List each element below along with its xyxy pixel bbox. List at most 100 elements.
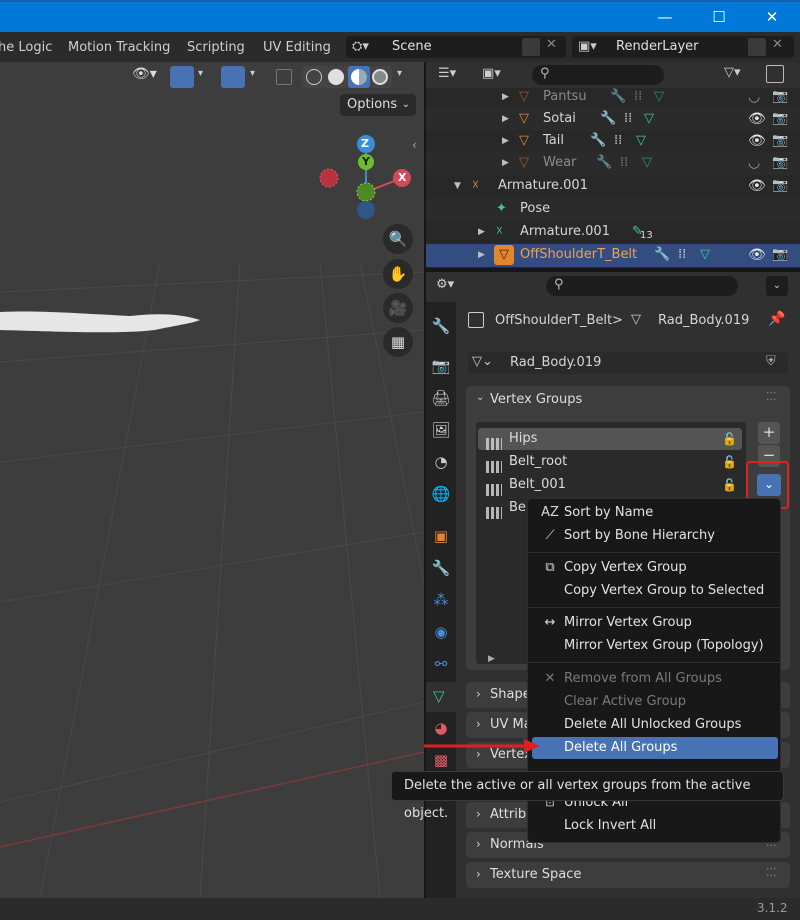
workspace-tab-scripting[interactable]: Scripting bbox=[187, 40, 245, 55]
zoom-icon[interactable]: 🔍 bbox=[383, 224, 413, 254]
render-camera-icon[interactable]: 📷 bbox=[772, 108, 788, 130]
outliner-item-label[interactable]: Wear bbox=[543, 152, 576, 174]
menu-item-mirror[interactable]: ↔ Mirror Vertex Group bbox=[532, 612, 778, 634]
view-layer-tab-icon[interactable]: 🖼 bbox=[429, 418, 453, 442]
expand-triangle-icon[interactable]: ▶ bbox=[478, 244, 485, 266]
sidebar-toggle-icon[interactable]: ‹ bbox=[412, 138, 417, 152]
scene-selector[interactable]: ⛭▾ Scene ✕ bbox=[346, 36, 566, 58]
output-tab-icon[interactable]: 🖨 bbox=[429, 386, 453, 410]
view-layer-name[interactable]: RenderLayer bbox=[616, 36, 699, 58]
vertex-group-name[interactable]: Belt_001 bbox=[509, 474, 566, 496]
hidden-eye-icon[interactable]: ◡ bbox=[748, 86, 760, 108]
menu-item-copy-to-selected[interactable]: Copy Vertex Group to Selected bbox=[532, 580, 778, 602]
expand-triangle-icon[interactable]: ▶ bbox=[502, 130, 509, 152]
tool-tab-icon[interactable]: 🔧 bbox=[429, 314, 453, 338]
filter-icon[interactable]: ▽▾ bbox=[724, 65, 741, 80]
minimize-button[interactable]: — bbox=[650, 6, 680, 28]
close-window-button[interactable]: ✕ bbox=[757, 6, 787, 28]
gizmo-toggle[interactable] bbox=[170, 66, 194, 88]
vertex-group-name[interactable]: Belt_root bbox=[509, 451, 567, 473]
hidden-eye-icon[interactable]: ◡ bbox=[748, 152, 760, 174]
new-view-layer-icon[interactable] bbox=[748, 38, 766, 56]
eye-icon[interactable]: 👁 bbox=[748, 130, 766, 152]
expand-triangle-icon[interactable]: ▶ bbox=[502, 108, 509, 130]
particles-tab-icon[interactable]: ⁂ bbox=[429, 588, 453, 612]
workspace-tab-uv-editing[interactable]: UV Editing bbox=[263, 40, 331, 55]
object-tab-icon[interactable]: ▣ bbox=[429, 524, 453, 548]
filter-view-icon[interactable]: ▣▾ bbox=[482, 66, 501, 81]
overlay-dropdown-icon[interactable]: ▾ bbox=[250, 68, 255, 79]
outliner-item-label[interactable]: OffShoulderT_Belt bbox=[520, 244, 637, 266]
mesh-name-field[interactable]: Rad_Body.019 bbox=[510, 355, 601, 370]
render-camera-icon[interactable]: 📷 bbox=[772, 130, 788, 152]
visibility-icon[interactable]: 👁▾ bbox=[132, 66, 160, 88]
menu-item-copy-vertex-group[interactable]: ⧉ Copy Vertex Group bbox=[532, 557, 778, 579]
outliner-item-label[interactable]: Tail bbox=[543, 130, 564, 152]
outliner-row-selected[interactable]: ▶ ▽ OffShoulderT_Belt 🔧 ⁞⁞ ▽ 👁 📷 bbox=[426, 244, 800, 267]
solid-shading-icon[interactable] bbox=[328, 69, 344, 85]
eye-icon[interactable]: 👁 bbox=[748, 175, 766, 197]
menu-item-delete-all-groups[interactable]: Delete All Groups bbox=[532, 737, 778, 759]
outliner-row[interactable]: ▶ ▽ Wear 🔧 ⁞⁞ ▽ ◡ 📷 bbox=[426, 152, 800, 175]
workspace-tab-motion-tracking[interactable]: Motion Tracking bbox=[68, 40, 170, 55]
editor-type-icon[interactable]: ⚙▾ bbox=[436, 277, 454, 292]
outliner-row[interactable]: ▶ ☓ Armature.001 ✎ 13 bbox=[426, 221, 800, 244]
gizmo-dropdown-icon[interactable]: ▾ bbox=[198, 68, 203, 79]
perspective-grid-icon[interactable]: ▦ bbox=[383, 327, 413, 357]
mesh-datablock-selector[interactable]: ▽⌄ Rad_Body.019 ⛨ bbox=[468, 352, 788, 374]
xray-toggle[interactable] bbox=[276, 69, 292, 85]
drag-handle-icon[interactable]: ⁚⁚⁚ bbox=[766, 390, 777, 403]
render-camera-icon[interactable]: 📷 bbox=[772, 152, 788, 174]
options-dropdown-icon[interactable]: ⌄ bbox=[766, 276, 788, 296]
outliner-item-label[interactable]: Armature.001 bbox=[520, 221, 610, 243]
delete-scene-icon[interactable]: ✕ bbox=[546, 37, 557, 52]
view-layer-selector[interactable]: ▣▾ RenderLayer ✕ bbox=[572, 36, 794, 58]
render-tab-icon[interactable]: 📷 bbox=[429, 354, 453, 378]
outliner-row[interactable]: ▶ ▽ Tail 🔧 ⁞⁞ ▽ 👁 📷 bbox=[426, 130, 800, 153]
pan-hand-icon[interactable]: ✋ bbox=[383, 259, 413, 289]
rendered-shading-icon[interactable] bbox=[372, 69, 388, 85]
breadcrumb-mesh[interactable]: Rad_Body.019 bbox=[658, 313, 749, 328]
menu-item-delete-unlocked[interactable]: Delete All Unlocked Groups bbox=[532, 714, 778, 736]
outliner-item-label[interactable]: Sotai bbox=[543, 108, 576, 130]
new-collection-icon[interactable] bbox=[766, 65, 784, 83]
menu-item-clear-active[interactable]: Clear Active Group bbox=[532, 691, 778, 713]
menu-item-sort-by-bone[interactable]: ⟋ Sort by Bone Hierarchy bbox=[532, 525, 778, 547]
workspace-tab-game-logic[interactable]: he Logic bbox=[0, 40, 52, 55]
unlock-icon[interactable]: 🔓 bbox=[722, 428, 737, 450]
menu-item-lock-invert-all[interactable]: Lock Invert All bbox=[532, 815, 778, 837]
expand-triangle-icon[interactable]: ▶ bbox=[502, 152, 509, 174]
pin-icon[interactable]: 📌 bbox=[768, 311, 785, 327]
list-expand-triangle-icon[interactable]: ▶ bbox=[488, 654, 495, 664]
options-dropdown[interactable]: Options ⌄ bbox=[340, 94, 416, 116]
unlock-icon[interactable]: 🔓 bbox=[722, 474, 737, 496]
drag-handle-icon[interactable]: ⁚⁚⁚ bbox=[766, 866, 777, 879]
new-scene-icon[interactable] bbox=[522, 38, 540, 56]
menu-item-mirror-topology[interactable]: Mirror Vertex Group (Topology) bbox=[532, 635, 778, 657]
render-camera-icon[interactable]: 📷 bbox=[772, 86, 788, 108]
vertex-group-name[interactable]: Be bbox=[509, 497, 526, 519]
vertex-group-item[interactable]: Belt_root 🔓 bbox=[478, 451, 742, 473]
panel-collapse-icon[interactable]: ⌄ bbox=[476, 392, 484, 403]
world-tab-icon[interactable]: 🌐 bbox=[429, 482, 453, 506]
maximize-button[interactable]: ☐ bbox=[704, 6, 734, 28]
collapse-triangle-icon[interactable]: ▼ bbox=[454, 175, 461, 197]
constraints-tab-icon[interactable]: ⚯ bbox=[429, 652, 453, 676]
render-camera-icon[interactable]: 📷 bbox=[772, 175, 788, 197]
overlay-toggle[interactable] bbox=[221, 66, 245, 88]
expand-triangle-icon[interactable]: ▶ bbox=[502, 86, 509, 108]
outliner-item-label[interactable]: Pantsu bbox=[543, 86, 587, 108]
modifiers-tab-icon[interactable]: 🔧 bbox=[429, 556, 453, 580]
breadcrumb-object[interactable]: OffShoulderT_Belt bbox=[495, 313, 612, 328]
camera-icon[interactable]: 🎥 bbox=[383, 293, 413, 323]
shading-modes[interactable] bbox=[302, 66, 392, 88]
eye-icon[interactable]: 👁 bbox=[748, 108, 766, 130]
wireframe-shading-icon[interactable] bbox=[306, 69, 322, 85]
add-vertex-group-button[interactable]: + bbox=[758, 422, 780, 444]
outliner-search-input[interactable]: ⚲ bbox=[532, 65, 664, 85]
outliner-item-label[interactable]: Pose bbox=[520, 198, 550, 220]
texture-space-panel[interactable]: › Texture Space ⁚⁚⁚ bbox=[466, 862, 790, 888]
display-mode-icon[interactable]: ☰▾ bbox=[438, 66, 456, 81]
mesh-browse-icon[interactable]: ▽⌄ bbox=[472, 354, 493, 369]
data-tab-active[interactable]: ▽ bbox=[426, 682, 456, 712]
